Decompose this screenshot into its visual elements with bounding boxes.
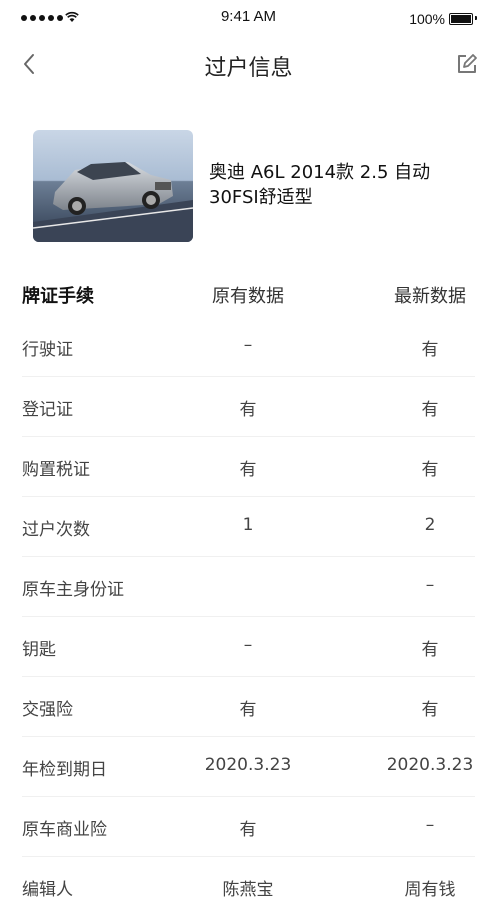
page-title: 过户信息 [204, 56, 293, 81]
row-label: 行驶证 [22, 340, 73, 360]
nav-bar: 过户信息 [0, 36, 497, 94]
battery-icon [449, 13, 473, 25]
row-label: 年检到期日 [22, 760, 107, 780]
row-original-value: 有 [239, 460, 257, 480]
battery-percent: 100% [409, 11, 445, 27]
table-row: 交强险 有 有 [22, 677, 475, 737]
table-row: 购置税证 有 有 [22, 437, 475, 497]
row-original-value: 有 [239, 700, 257, 720]
row-original-value: – [243, 635, 253, 655]
table-header: 牌证手续 原有数据 最新数据 [0, 282, 497, 312]
table-row: 过户次数 1 2 [22, 497, 475, 557]
table-row: 行驶证 – 有 [22, 317, 475, 377]
edit-icon[interactable] [455, 52, 479, 76]
row-latest-value: – [425, 575, 435, 595]
table-row: 原车商业险 有 – [22, 797, 475, 857]
row-original-value: 有 [239, 400, 257, 420]
battery-tip [475, 16, 477, 20]
header-original: 原有数据 [212, 286, 284, 307]
row-original-value: – [243, 335, 253, 355]
car-image [33, 130, 193, 242]
car-model-name: 奥迪 A6L 2014款 2.5 自动 30FSI舒适型 [209, 162, 431, 208]
row-label: 钥匙 [22, 640, 56, 660]
row-label: 登记证 [22, 400, 73, 420]
row-latest-value: 有 [421, 340, 439, 360]
table-row: 登记证 有 有 [22, 377, 475, 437]
row-original-value: 2020.3.23 [204, 755, 292, 775]
row-latest-value: 周有钱 [404, 880, 456, 900]
row-latest-value: 有 [421, 640, 439, 660]
row-original-value: 陈燕宝 [222, 880, 274, 900]
row-label: 编辑人 [22, 880, 73, 900]
table-row: 钥匙 – 有 [22, 617, 475, 677]
row-latest-value: 有 [421, 400, 439, 420]
table-row: 原车主身份证 – [22, 557, 475, 617]
row-latest-value: 有 [421, 460, 439, 480]
status-bar: 9:41 AM 100% [0, 0, 497, 36]
row-latest-value: 有 [421, 700, 439, 720]
row-original-value: 有 [239, 820, 257, 840]
row-latest-value: 2 [424, 515, 436, 535]
row-label: 原车主身份证 [22, 580, 124, 600]
header-latest: 最新数据 [394, 286, 466, 307]
row-latest-value: 2020.3.23 [386, 755, 474, 775]
row-label: 过户次数 [22, 520, 90, 540]
documents-table: 行驶证 – 有 登记证 有 有 购置税证 有 有 过户次数 1 2 原车主身份证… [0, 317, 497, 916]
row-latest-value: – [425, 815, 435, 835]
row-original-value: 1 [242, 515, 254, 535]
table-row: 年检到期日 2020.3.23 2020.3.23 [22, 737, 475, 797]
row-label: 交强险 [22, 700, 73, 720]
row-label: 购置税证 [22, 460, 90, 480]
table-row: 编辑人 陈燕宝 周有钱 [22, 857, 475, 916]
row-label: 原车商业险 [22, 820, 107, 840]
header-documents: 牌证手续 [22, 286, 94, 307]
